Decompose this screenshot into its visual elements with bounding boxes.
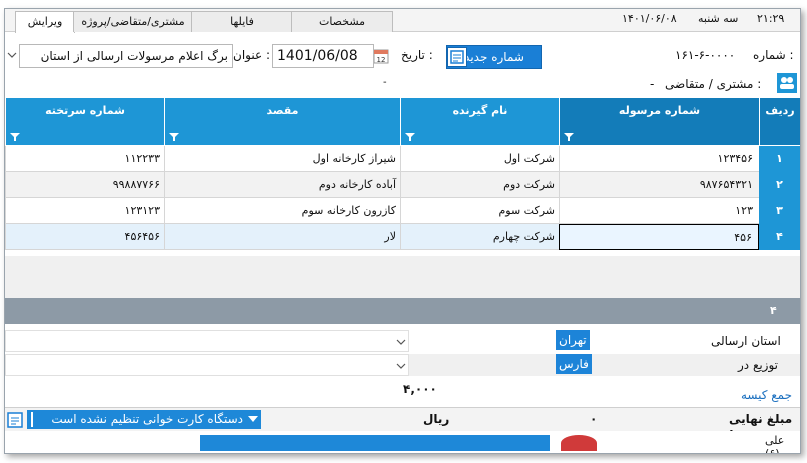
dropdown-arrow-icon[interactable]: [248, 416, 258, 423]
tab-label: ویرایش: [27, 15, 63, 28]
bottom-user-text: علی (۶): [765, 434, 785, 454]
tab-edit[interactable]: ویرایش: [15, 11, 75, 33]
recipient-cell[interactable]: شرکت دوم: [400, 172, 559, 198]
column-title: ردیف: [765, 104, 795, 117]
table-row[interactable]: ۱۱۲۲۳۳ شیراز کارخانه اول شرکت اول ۱۲۳۴۵۶…: [5, 146, 800, 172]
recipient-cell[interactable]: شرکت اول: [400, 146, 559, 172]
destination-cell[interactable]: آباده کارخانه دوم: [164, 172, 400, 198]
parcel-cell[interactable]: ۹۸۷۶۵۴۳۲۱: [559, 172, 759, 198]
calendar-icon[interactable]: 12: [373, 48, 389, 64]
new-number-label: شماره جدید: [464, 50, 524, 64]
final-value: ۰: [590, 412, 598, 426]
bags-value: ۴,۰۰۰: [403, 382, 437, 396]
card-reader-icon: [31, 412, 41, 427]
board-cell[interactable]: ۱۱۲۲۳۳: [5, 146, 164, 172]
table-row[interactable]: ۹۹۸۸۷۷۶۶ آباده کارخانه دوم شرکت دوم ۹۸۷۶…: [5, 172, 800, 198]
app-window: ویرایش مشتری/متقاضی/پروژه فایلها مشخصات …: [4, 8, 801, 454]
filter-icon[interactable]: [10, 133, 20, 141]
bags-label: جمع کیسه: [741, 388, 793, 402]
bottom-indicator: [561, 435, 597, 451]
parcel-cell[interactable]: ۱۲۳۴۵۶: [559, 146, 759, 172]
parcel-cell[interactable]: ۱۲۳: [559, 198, 759, 224]
distribution-dropdown[interactable]: [5, 354, 409, 376]
col-recipient[interactable]: نام گیرنده: [400, 98, 559, 145]
recipient-cell[interactable]: شرکت سوم: [400, 198, 559, 224]
province-row: تهران استان ارسالی: [5, 330, 800, 352]
grid-header: شماره سرتخته مقصد نام گیرنده شماره مرسول…: [5, 98, 800, 145]
province-label: استان ارسالی: [711, 334, 781, 348]
footer-count: ۴: [770, 304, 777, 317]
currency-label: ریال: [423, 412, 450, 426]
board-cell[interactable]: ۹۹۸۸۷۷۶۶: [5, 172, 164, 198]
tab-label: فایلها: [230, 15, 254, 28]
day-display: سه شنبه: [698, 12, 739, 25]
title-label: عنوان :: [233, 48, 270, 62]
customer-label: مشتری / متقاضی :: [665, 77, 762, 91]
board-cell[interactable]: ۴۵۶۴۵۶: [5, 224, 164, 250]
table-row[interactable]: ۱۲۳۱۲۳ کازرون کارخانه سوم شرکت سوم ۱۲۳ ۳: [5, 198, 800, 224]
tab-customer-project[interactable]: مشتری/متقاضی/پروژه: [73, 11, 193, 32]
column-title: شماره مرسوله: [618, 104, 701, 117]
distribution-row: فارس توزیع در: [5, 354, 800, 376]
chevron-down-icon[interactable]: [6, 44, 18, 66]
bags-row: ۴,۰۰۰ جمع کیسه: [5, 378, 800, 402]
calculator-icon[interactable]: [5, 410, 25, 430]
title-value: برگ اعلام مرسولات ارسالی از استان: [40, 49, 228, 63]
destination-cell[interactable]: کازرون کارخانه سوم: [164, 198, 400, 224]
card-reader-text: دستگاه کارت خوانی تنظیم نشده است: [51, 412, 243, 426]
new-number-icon: [447, 47, 467, 67]
time-display: ۲۱:۲۹: [757, 12, 785, 25]
customer-value: -: [650, 77, 655, 91]
tab-label: مشخصات: [318, 15, 366, 28]
col-parcel-number[interactable]: شماره مرسوله: [559, 98, 759, 145]
province-dropdown[interactable]: [5, 330, 409, 352]
title-select[interactable]: برگ اعلام مرسولات ارسالی از استان: [19, 44, 233, 68]
grid-footer: ۴: [5, 298, 800, 324]
column-title: مقصد: [266, 104, 299, 117]
col-destination[interactable]: مقصد: [164, 98, 400, 145]
row-index: ۱: [759, 146, 800, 172]
table-row-selected[interactable]: ۴۵۶۴۵۶ لار شرکت چهارم ۴۵۶ ۴: [5, 224, 800, 250]
province-value[interactable]: تهران: [556, 330, 590, 350]
recipient-cell[interactable]: شرکت چهارم: [400, 224, 559, 250]
column-title: شماره سرتخته: [45, 104, 125, 117]
grid-empty-area: [5, 256, 800, 298]
chevron-down-icon[interactable]: [396, 339, 406, 345]
number-value: ۱۶۱-۶-۰۰۰۰: [675, 48, 736, 62]
bottom-banner: [200, 435, 550, 451]
date-display: ۱۴۰۱/۰۶/۰۸: [622, 12, 677, 25]
distribution-label: توزیع در: [738, 358, 779, 372]
col-board-number[interactable]: شماره سرتخته: [5, 98, 164, 145]
row-index: ۲: [759, 172, 800, 198]
number-label: شماره :: [753, 48, 794, 62]
chevron-down-icon[interactable]: [396, 363, 406, 369]
column-title: نام گیرنده: [452, 104, 508, 117]
row-index: ۴: [759, 224, 800, 250]
filter-icon[interactable]: [405, 133, 415, 141]
filter-icon[interactable]: [564, 133, 574, 141]
date-label: تاریخ :: [401, 48, 433, 62]
customer-icon[interactable]: [777, 73, 797, 93]
destination-cell[interactable]: شیراز کارخانه اول: [164, 146, 400, 172]
tab-specs[interactable]: مشخصات: [291, 11, 393, 32]
destination-cell[interactable]: لار: [164, 224, 400, 250]
date-input[interactable]: 1401/06/08: [272, 44, 374, 68]
board-cell[interactable]: ۱۲۳۱۲۳: [5, 198, 164, 224]
col-row-index[interactable]: ردیف: [759, 98, 800, 145]
row-index: ۳: [759, 198, 800, 224]
tab-bar: ویرایش مشتری/متقاضی/پروژه فایلها مشخصات …: [5, 9, 800, 33]
card-reader-status[interactable]: دستگاه کارت خوانی تنظیم نشده است: [27, 410, 261, 429]
parcel-cell-editing[interactable]: ۴۵۶: [559, 224, 759, 250]
tab-label: مشتری/متقاضی/پروژه: [81, 15, 185, 28]
tab-files[interactable]: فایلها: [191, 11, 293, 32]
distribution-value[interactable]: فارس: [556, 354, 592, 374]
status-bar: دستگاه کارت خوانی تنظیم نشده است ریال ۰ …: [5, 407, 800, 440]
customer-extra: -: [383, 77, 387, 88]
filter-icon[interactable]: [169, 133, 179, 141]
svg-text:12: 12: [377, 56, 386, 64]
bottom-strip: علی (۶): [5, 431, 800, 453]
